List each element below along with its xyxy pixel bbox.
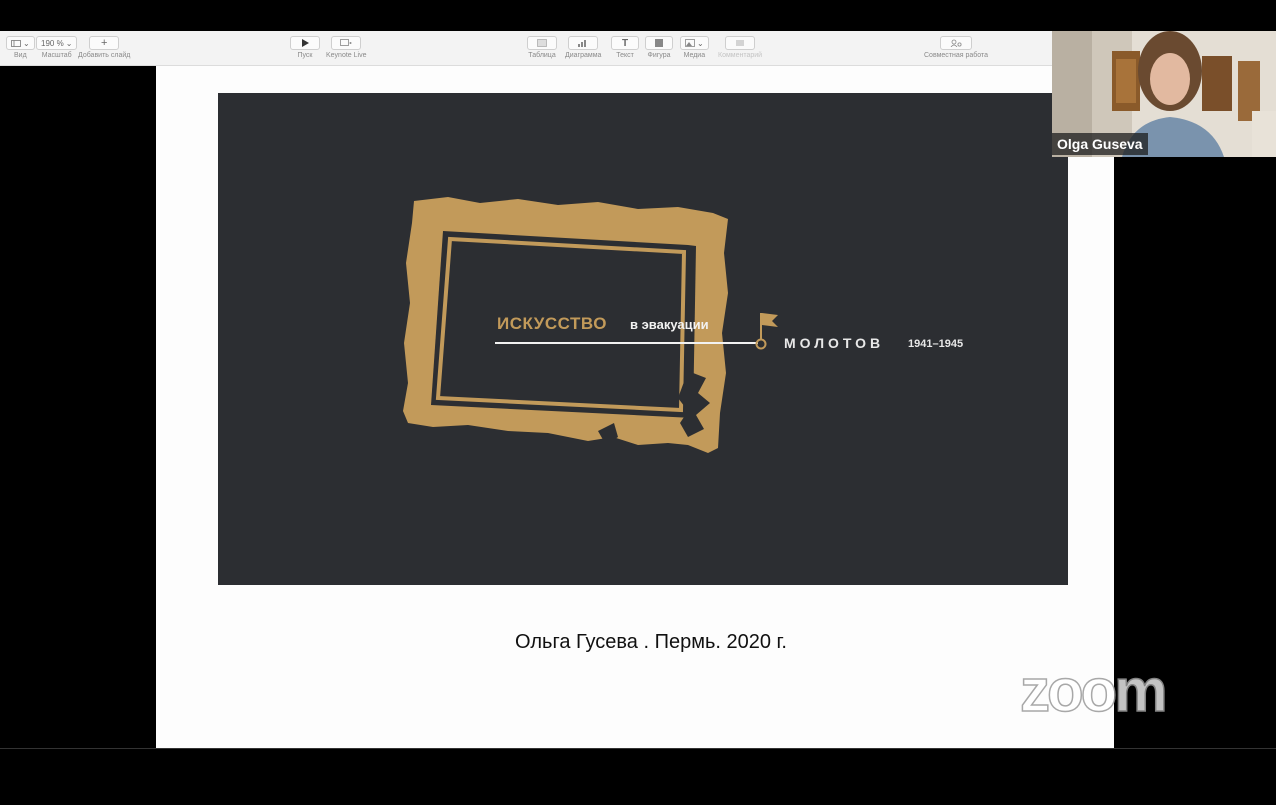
text-icon: T — [621, 37, 629, 49]
zoom-screen: ⌄ Вид 190 % ⌄ Масштаб + Добавить слайд П… — [0, 0, 1276, 805]
zoom-logo-watermark: zoom — [1019, 656, 1168, 725]
logo-place: МОЛОТОВ — [784, 335, 885, 351]
shape-control[interactable]: Фигура — [645, 36, 673, 59]
keynote-live-icon — [340, 39, 352, 46]
table-control[interactable]: Таблица — [527, 36, 557, 59]
zoom-control[interactable]: 190 % ⌄ Масштаб — [36, 36, 78, 59]
participant-name-label: Olga Guseva — [1052, 133, 1148, 155]
comment-label: Комментарий — [718, 52, 763, 59]
chart-button[interactable] — [568, 36, 599, 50]
logo-years: 1941–1945 — [908, 338, 964, 350]
view-button[interactable]: ⌄ — [6, 36, 35, 50]
comment-button[interactable] — [725, 36, 756, 50]
image-icon — [685, 39, 695, 47]
collaborate-icon — [950, 39, 962, 47]
media-button[interactable]: ⌄ — [680, 36, 709, 50]
play-icon — [301, 39, 309, 47]
logo-title-sub: в эвакуации — [630, 317, 709, 332]
comment-icon — [736, 40, 745, 46]
bar-chart-icon — [578, 40, 587, 47]
keynote-live-control[interactable]: Keynote Live — [326, 36, 366, 59]
media-label: Медиа — [683, 52, 706, 59]
zoom-select[interactable]: 190 % ⌄ — [36, 36, 78, 50]
add-slide-label: Добавить слайд — [78, 52, 131, 59]
table-icon — [537, 39, 547, 47]
slide-caption: Ольга Гусева . Пермь. 2020 г. — [515, 631, 787, 653]
plus-icon: + — [100, 37, 108, 49]
view-label: Вид — [14, 52, 27, 59]
view-control[interactable]: ⌄ Вид — [6, 36, 35, 59]
participant-video[interactable]: Olga Guseva — [1052, 31, 1276, 157]
media-control[interactable]: ⌄ Медиа — [680, 36, 709, 59]
flag-icon — [762, 313, 778, 327]
chevron-down-icon: ⌄ — [697, 38, 704, 48]
text-button[interactable]: T — [611, 36, 639, 50]
text-control[interactable]: T Текст — [611, 36, 639, 59]
zoom-label: Масштаб — [41, 52, 72, 59]
keynote-live-button[interactable] — [331, 36, 362, 50]
chevron-down-icon: ⌄ — [23, 38, 30, 48]
shape-label: Фигура — [647, 52, 671, 59]
zoom-value: 190 % — [41, 38, 64, 48]
add-slide-button[interactable]: + — [89, 36, 120, 50]
collaborate-button[interactable] — [940, 36, 973, 50]
add-slide-control[interactable]: + Добавить слайд — [78, 36, 130, 59]
chart-label: Диаграмма — [565, 52, 602, 59]
slide-logo-image: ИСКУССТВО в эвакуации МОЛОТОВ 1941–1945 — [218, 93, 1068, 585]
collaborate-label: Совместная работа — [924, 52, 989, 59]
play-label: Пуск — [297, 52, 313, 59]
play-button[interactable] — [290, 36, 320, 50]
chevron-down-icon: ⌄ — [65, 38, 73, 48]
play-control[interactable]: Пуск — [290, 36, 320, 59]
comment-control[interactable]: Комментарий — [718, 36, 762, 59]
keynote-toolbar: ⌄ Вид 190 % ⌄ Масштаб + Добавить слайд П… — [0, 31, 1052, 66]
logo-title-main: ИСКУССТВО — [497, 314, 607, 333]
table-label: Таблица — [528, 52, 556, 59]
chart-control[interactable]: Диаграмма — [565, 36, 601, 59]
shape-icon — [655, 39, 663, 47]
table-button[interactable] — [527, 36, 557, 50]
keynote-live-label: Keynote Live — [326, 52, 367, 59]
bottom-divider — [0, 748, 1276, 749]
sidebar-icon — [11, 39, 21, 47]
slide-canvas[interactable]: ИСКУССТВО в эвакуации МОЛОТОВ 1941–1945 … — [156, 66, 1114, 748]
shape-button[interactable] — [645, 36, 673, 50]
collaborate-control[interactable]: Совместная работа — [924, 36, 988, 59]
text-label: Текст — [616, 52, 634, 59]
